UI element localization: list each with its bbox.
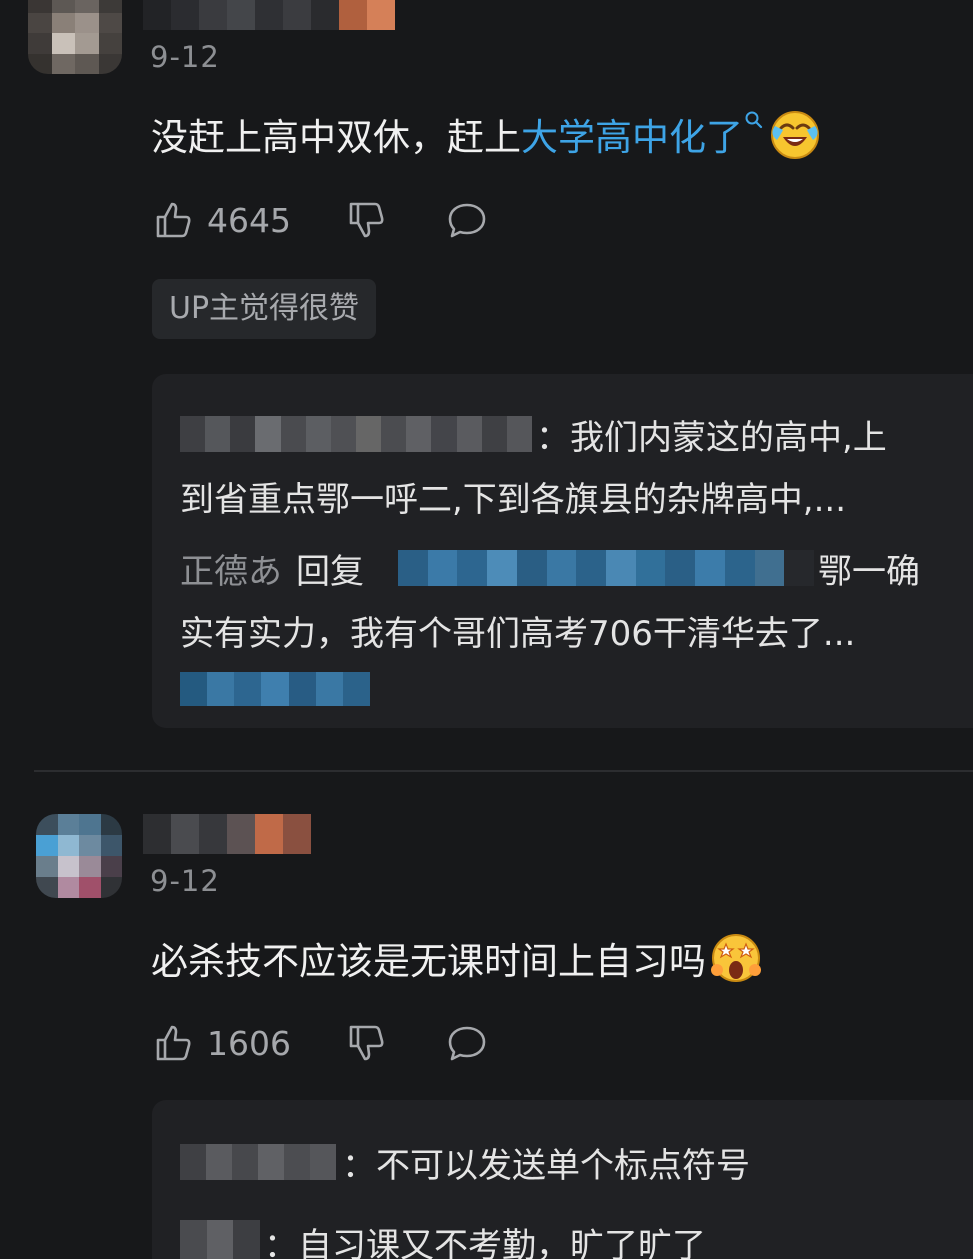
reply-text-line: ：自习课又不考勤，旷了旷了 [264, 1226, 706, 1259]
reply-text-line: ：我们内蒙这的高中,上 [536, 418, 887, 458]
reply-icon[interactable] [446, 1022, 488, 1064]
comment-date: 9-12 [150, 40, 220, 74]
reply-icon[interactable] [446, 199, 488, 241]
reply-word: 回复 [296, 552, 364, 592]
dislike-icon[interactable] [346, 1022, 388, 1064]
like-icon[interactable] [153, 1022, 195, 1064]
comment-feed: 9-12 没赶上高中双休，赶上 大学高中化了 4645 UP主觉得很赞 ：我们内… [0, 0, 973, 1259]
view-more-replies[interactable] [180, 672, 370, 706]
starstruck-scream-emoji [711, 934, 761, 982]
mentioned-user[interactable] [398, 550, 814, 586]
comment-actions: 4645 [153, 198, 488, 242]
comment-actions: 1606 [153, 1021, 488, 1065]
like-count: 1606 [207, 1023, 291, 1063]
reply-line-3: 正德あ 回复 [180, 544, 364, 593]
comment-text: 没赶上高中双休，赶上 大学高中化了 [151, 106, 823, 162]
avatar[interactable] [28, 0, 122, 74]
reply-author[interactable]: 正德あ [180, 544, 282, 593]
reply-text-line: 实有实力，我有个哥们高考706干清华去了... [180, 614, 856, 654]
topic-link[interactable]: 大学高中化了 [521, 107, 743, 161]
comment-divider [34, 770, 973, 772]
username[interactable] [143, 814, 311, 854]
reply-username[interactable] [180, 1220, 260, 1259]
dislike-icon[interactable] [346, 199, 388, 241]
comment-text: 必杀技不应该是无课时间上自习吗 [151, 930, 764, 986]
like-count: 4645 [207, 200, 291, 240]
username[interactable] [143, 0, 395, 30]
comment-text-body: 必杀技不应该是无课时间上自习吗 [151, 940, 706, 983]
reply-preview[interactable]: ：不可以发送单个标点符号 ：自习课又不考勤，旷了旷了 [152, 1100, 973, 1259]
reply-text-line: ：不可以发送单个标点符号 [342, 1146, 750, 1186]
comment-date: 9-12 [150, 864, 220, 898]
reply-preview[interactable]: ：我们内蒙这的高中,上 到省重点鄂一呼二,下到各旗县的杂牌高中,... 正德あ … [152, 374, 973, 728]
reply-username[interactable] [180, 1144, 336, 1180]
avatar[interactable] [36, 814, 122, 898]
reply-text-line: 鄂一确 [818, 552, 920, 592]
tears-of-joy-emoji [771, 111, 819, 159]
reply-text-line: 到省重点鄂一呼二,下到各旗县的杂牌高中,... [180, 480, 847, 520]
like-icon[interactable] [153, 199, 195, 241]
search-icon[interactable] [743, 109, 765, 139]
up-liked-badge: UP主觉得很赞 [152, 279, 377, 339]
reply-username[interactable] [180, 416, 532, 452]
comment-text-prefix: 没赶上高中双休，赶上 [151, 116, 521, 159]
